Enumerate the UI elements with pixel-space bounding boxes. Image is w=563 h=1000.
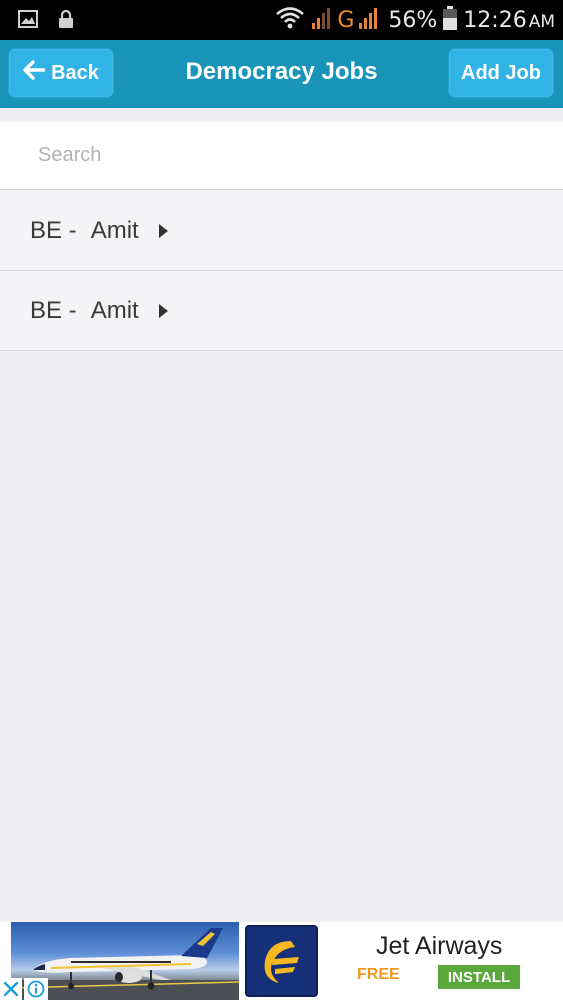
ad-title[interactable]: Jet Airways — [376, 932, 502, 961]
arrow-left-icon — [23, 60, 46, 86]
list-item[interactable]: BE - Amit — [0, 191, 563, 271]
network-type: G — [337, 7, 355, 33]
app-header: Back Democracy Jobs Add Job — [0, 40, 563, 108]
search-input[interactable] — [0, 122, 563, 189]
search-bar — [0, 122, 563, 190]
battery-icon — [443, 5, 458, 35]
ad-install-button[interactable]: INSTALL — [438, 965, 520, 989]
job-code: BE — [30, 296, 63, 324]
job-separator: - — [62, 296, 77, 324]
caret-right-icon — [158, 303, 168, 318]
back-button[interactable]: Back — [8, 48, 114, 98]
clock: 12:26 — [463, 7, 527, 33]
close-icon[interactable] — [0, 978, 22, 1000]
ad-free-label: FREE — [357, 966, 400, 983]
job-list: BE - Amit BE - Amit — [0, 191, 563, 351]
status-bar: G 56% 12:26 AM — [0, 0, 563, 40]
signal-icon — [311, 6, 333, 35]
job-name: Amit — [90, 296, 139, 324]
list-item[interactable]: BE - Amit — [0, 271, 563, 351]
add-job-button[interactable]: Add Job — [448, 48, 554, 98]
ad-banner[interactable]: Jet Airways FREE INSTALL — [0, 922, 563, 1000]
job-code: BE — [30, 216, 63, 244]
job-name: Amit — [90, 216, 139, 244]
signal-icon — [358, 6, 382, 35]
caret-right-icon — [158, 223, 168, 238]
job-separator: - — [62, 216, 77, 244]
back-label: Back — [51, 61, 99, 84]
clock-ampm: AM — [528, 11, 555, 32]
image-icon — [18, 10, 38, 33]
info-icon[interactable] — [24, 978, 48, 1000]
jet-airways-logo[interactable] — [245, 925, 318, 997]
lock-icon — [58, 9, 74, 34]
battery-percent: 56% — [388, 7, 438, 33]
wifi-icon — [275, 6, 305, 35]
